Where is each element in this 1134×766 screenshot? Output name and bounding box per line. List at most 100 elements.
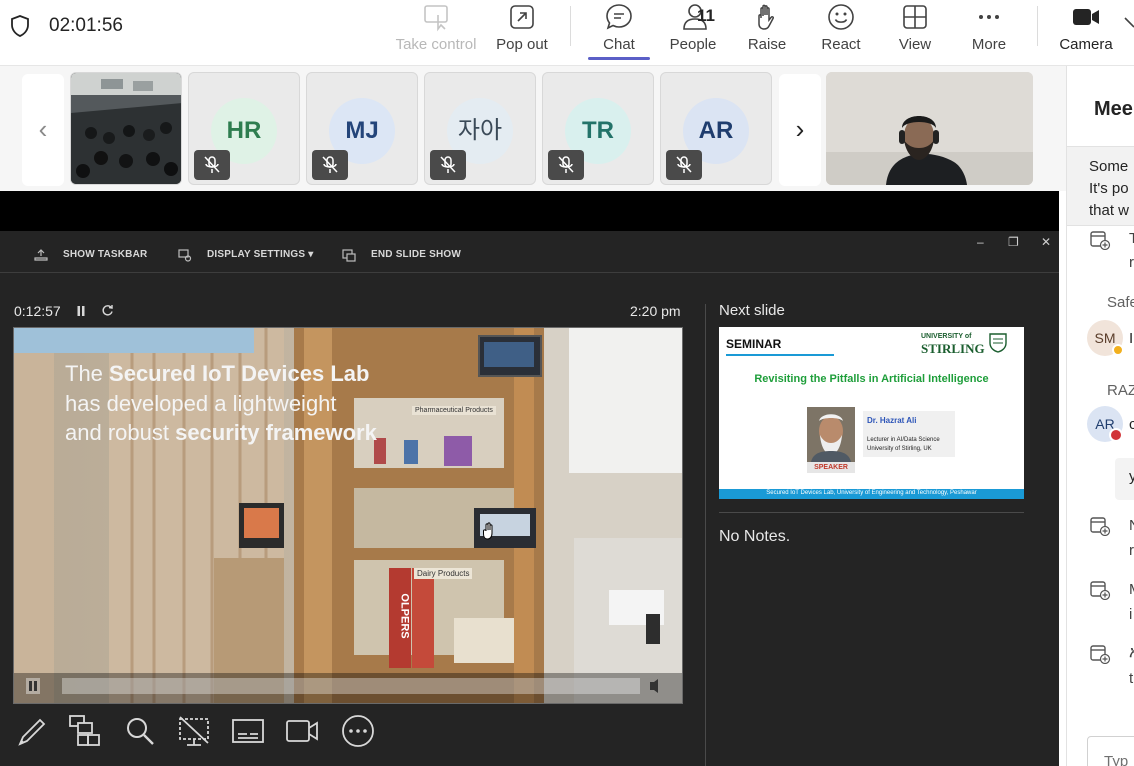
chat-panel-title: Mee — [1094, 98, 1133, 120]
participant-tile[interactable]: MJ — [306, 72, 418, 185]
muted-mic-indicator — [666, 150, 702, 180]
display-settings-icon — [178, 249, 192, 262]
gallery-next-button[interactable]: › — [779, 74, 821, 186]
chat-notice-banner: Some It's po that w — [1067, 146, 1134, 226]
raise-hand-icon — [758, 4, 774, 30]
seminar-tag: SEMINAR — [726, 337, 782, 351]
show-taskbar-button[interactable]: SHOW TASKBAR — [63, 249, 147, 260]
more-options-icon[interactable] — [340, 713, 376, 749]
calendar-add-icon — [1090, 581, 1111, 600]
more-label: More — [971, 36, 1007, 53]
seminar-underline — [726, 354, 834, 356]
zoom-icon[interactable] — [122, 713, 158, 749]
shelf-label: Dairy Products — [414, 568, 473, 579]
restore-button[interactable]: ❐ — [1008, 235, 1019, 249]
more-button[interactable]: More — [962, 0, 1016, 64]
notice-line: It's po — [1089, 180, 1129, 197]
participant-tile[interactable]: 자아 — [424, 72, 536, 185]
minimize-button[interactable]: – — [977, 235, 984, 249]
notice-line: Some — [1089, 158, 1129, 175]
teams-meeting-window: 02:01:56 Take control Pop out Chat Peopl… — [0, 0, 1134, 766]
participant-tile[interactable]: HR — [188, 72, 300, 185]
room-video-tile[interactable] — [70, 72, 182, 185]
end-slideshow-icon — [342, 249, 356, 262]
muted-mic-indicator — [194, 150, 230, 180]
chat-sender-name: RAZ — [1107, 382, 1134, 399]
busy-status-dot — [1109, 428, 1123, 442]
speaker-card: Dr. Hazrat Ali Lecturer in AI/Data Scien… — [863, 411, 955, 457]
shared-screen: SHOW TASKBAR DISPLAY SETTINGS ▾ END SLID… — [0, 191, 1059, 766]
shield-icon — [11, 15, 29, 37]
reset-timer-icon[interactable] — [101, 304, 114, 317]
away-status-dot — [1112, 344, 1124, 356]
pop-out-button[interactable]: Pop out — [490, 0, 554, 64]
chat-button[interactable]: Chat — [588, 0, 650, 64]
mic-off-icon — [676, 156, 692, 173]
view-button[interactable]: View — [888, 0, 942, 64]
participant-gallery: ‹ HR MJ 자아 TR AR › — [0, 66, 1066, 191]
chat-event-text: T — [1129, 230, 1134, 247]
participant-tile[interactable]: TR — [542, 72, 654, 185]
participant-tile[interactable]: AR — [660, 72, 772, 185]
calendar-add-icon — [1090, 517, 1111, 536]
chat-message-text: I — [1129, 330, 1134, 347]
compose-placeholder: Typ — [1104, 753, 1129, 766]
react-button[interactable]: React — [814, 0, 868, 64]
expand-icon[interactable] — [1124, 16, 1134, 30]
active-tab-indicator — [588, 57, 650, 60]
raise-hand-button[interactable]: Raise — [740, 0, 794, 64]
presenter-clock: 2:20 pm — [630, 303, 681, 319]
presenter-toolbar: SHOW TASKBAR DISPLAY SETTINGS ▾ END SLID… — [0, 231, 1059, 273]
black-screen-icon[interactable] — [176, 713, 212, 749]
react-label: React — [821, 36, 861, 53]
university-small-text: UNIVERSITY of — [921, 333, 972, 340]
take-control-label: Take control — [395, 36, 477, 53]
display-settings-button[interactable]: DISPLAY SETTINGS ▾ — [207, 249, 313, 260]
chat-icon — [606, 4, 632, 30]
camera-button[interactable]: Camera — [1056, 0, 1116, 64]
muted-mic-indicator — [312, 150, 348, 180]
take-control-icon — [424, 5, 448, 32]
chat-event-text: N — [1129, 517, 1134, 534]
slide-overlay-line-2: has developed a lightweight — [65, 391, 337, 416]
chat-message-bubble: y — [1115, 458, 1134, 500]
chat-label: Chat — [603, 36, 635, 53]
speaker-org: University of Stirling, UK — [867, 446, 932, 452]
chat-message-text: y — [1129, 468, 1134, 485]
mic-off-icon — [322, 156, 338, 173]
close-button[interactable]: ✕ — [1041, 235, 1051, 249]
speaker-badge: SPEAKER — [807, 462, 855, 473]
chat-message-text: c — [1129, 416, 1134, 433]
mic-off-icon — [558, 156, 574, 173]
end-slide-show-button[interactable]: END SLIDE SHOW — [371, 249, 461, 260]
mic-off-icon — [204, 156, 220, 173]
camera-toggle-icon[interactable] — [284, 713, 320, 749]
university-name: STIRLING — [921, 341, 985, 356]
subtitles-icon[interactable] — [230, 713, 266, 749]
raise-label: Raise — [747, 36, 787, 53]
current-slide[interactable]: The Secured IoT Devices Lab has develope… — [13, 327, 683, 704]
view-grid-icon — [903, 5, 927, 29]
calendar-add-icon — [1090, 231, 1111, 250]
people-label: People — [669, 36, 717, 53]
muted-mic-indicator — [548, 150, 584, 180]
self-video-tile[interactable] — [826, 72, 1033, 185]
slide-overlay-line-3: and robust security framework — [65, 420, 377, 446]
slides-grid-icon[interactable] — [68, 713, 104, 749]
university-crest-icon — [989, 333, 1007, 353]
view-label: View — [898, 36, 932, 53]
people-count-badge: 11 — [697, 6, 715, 25]
speaker-name: Dr. Hazrat Ali — [867, 416, 917, 425]
next-slide-preview[interactable]: SEMINAR UNIVERSITY of STIRLING Revisitin… — [719, 327, 1024, 499]
chat-event-text: አ — [1129, 644, 1134, 661]
speaker-photo — [807, 407, 855, 462]
notes-divider — [719, 512, 1024, 513]
talk-title: Revisiting the Pitfalls in Artificial In… — [754, 373, 989, 385]
chat-compose-box[interactable]: Typ — [1087, 736, 1134, 766]
notice-line: that w — [1089, 202, 1130, 219]
gallery-prev-button[interactable]: ‹ — [22, 74, 64, 186]
take-control-button[interactable]: Take control — [390, 0, 482, 64]
pen-icon[interactable] — [14, 713, 50, 749]
pause-timer-icon[interactable] — [76, 305, 86, 317]
shared-screen-top-bar — [0, 191, 1059, 231]
